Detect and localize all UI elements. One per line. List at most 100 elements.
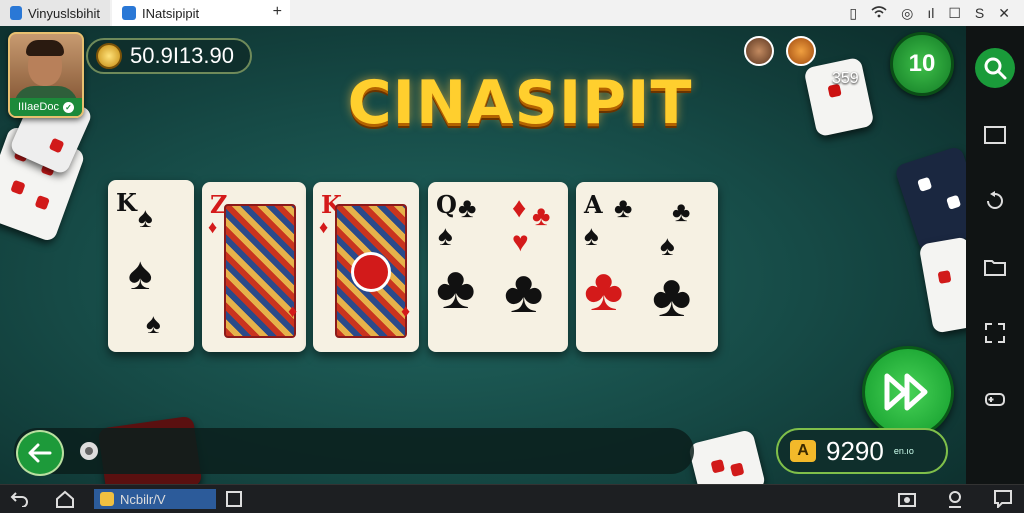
club-icon: ♣ [584, 256, 624, 323]
right-sidebar [966, 26, 1024, 484]
player-name-tag: IIIaeDoc ✓ [10, 98, 82, 116]
dice-decoration [893, 145, 966, 253]
diamond-icon: ♦ [208, 217, 218, 237]
arrow-left-icon [28, 443, 52, 463]
search-icon [984, 57, 1007, 80]
diamond-icon: ♦ [319, 217, 329, 237]
wifi-icon [871, 5, 887, 21]
club-icon: ♣ [458, 192, 477, 223]
heart-icon: ♥ [512, 226, 529, 257]
game-table: IIIaeDoc ✓ 50.9I13.90 CINASIPIT 359 10 K… [0, 26, 966, 484]
spade-icon: ♠ [146, 308, 161, 339]
club-icon: ♣ [532, 200, 551, 231]
fullscreen-icon [985, 323, 1005, 343]
spade-icon: ♠ [138, 202, 153, 233]
fullscreen-button[interactable] [978, 316, 1012, 350]
player-name: IIIaeDoc [18, 101, 59, 113]
playing-card[interactable]: K ♦ ♦ [313, 182, 419, 352]
tab-2[interactable]: INatsipipit + [112, 0, 290, 26]
gamepad-icon [985, 393, 1005, 406]
folder-icon [984, 260, 1006, 276]
rotate-button[interactable] [978, 184, 1012, 218]
battery-icon: ▯ [849, 4, 858, 21]
card-rank: Q [436, 190, 457, 219]
card-emblem [351, 252, 391, 292]
winnings-display: A 9290 en.ıo [776, 428, 948, 474]
new-tab-button[interactable]: + [273, 3, 282, 21]
fast-forward-icon [884, 373, 928, 411]
game-logo: CINASIPIT [347, 68, 693, 138]
winnings-suffix: en.ıo [893, 446, 914, 456]
playing-card[interactable]: Z ♦ ♦ [202, 182, 306, 352]
chat-icon [994, 490, 1012, 508]
app-icon [122, 6, 136, 20]
diamond-icon: ♦ [401, 301, 411, 321]
club-icon: ♣ [436, 254, 476, 321]
spade-icon: ♠ [660, 230, 675, 261]
rotate-icon [987, 191, 1003, 209]
search-button[interactable] [975, 48, 1015, 88]
window-icon [226, 491, 242, 507]
card-rank: A [584, 190, 603, 219]
taskbar-app-label: Ncbilr/V [120, 491, 166, 507]
screenshot-button[interactable] [896, 489, 918, 509]
winnings-prefix: A [790, 440, 816, 462]
window-icon [984, 126, 1006, 144]
level-badge[interactable]: 10 [890, 32, 954, 96]
club-icon: ♣ [504, 258, 544, 325]
club-icon: ♣ [652, 262, 692, 329]
folder-button[interactable] [978, 250, 1012, 284]
system-tray: ▯ ◎ ıl ☐ S ✕ [849, 0, 1024, 26]
taskbar-app[interactable]: Ncbilr/V [94, 489, 216, 509]
playing-card[interactable]: K ♠ ♠ ♠ [108, 180, 194, 352]
message-button[interactable] [992, 489, 1014, 509]
controls-button[interactable] [978, 382, 1012, 416]
settings-icon[interactable]: S [975, 5, 984, 21]
signal-icon: ıl [927, 5, 935, 21]
window-button[interactable] [978, 118, 1012, 152]
close-icon[interactable]: ✕ [998, 5, 1010, 22]
home-icon [56, 490, 74, 508]
opponent-avatar[interactable] [786, 36, 816, 66]
undo-icon [10, 492, 28, 507]
taskbar: Ncbilr/V [0, 484, 1024, 513]
player-avatar[interactable]: IIIaeDoc ✓ [8, 32, 84, 118]
spade-icon: ♠ [128, 247, 153, 299]
dice-decoration [687, 428, 767, 484]
chip-icon [78, 440, 100, 462]
coin-icon [96, 43, 122, 69]
club-icon: ♣ [614, 192, 633, 223]
balance-display: 50.9I13.90 [86, 38, 252, 74]
opponent-avatar[interactable] [744, 36, 774, 66]
pin-icon [949, 491, 961, 508]
location-button[interactable] [944, 489, 966, 509]
court-card-art [224, 204, 296, 338]
back-button[interactable] [16, 430, 64, 476]
dice-decoration [918, 236, 966, 334]
next-button[interactable] [862, 346, 954, 438]
winnings-value: 9290 [826, 435, 884, 466]
tab-1[interactable]: Vinyuslsbihit [0, 0, 110, 26]
home-nav-button[interactable] [52, 489, 78, 509]
back-nav-button[interactable] [8, 489, 30, 509]
browser-top-bar: Vinyuslsbihit INatsipipit + ▯ ◎ ıl ☐ S ✕ [0, 0, 1024, 27]
playing-card[interactable]: Q ♣ ♦ ♣ ♠ ♥ ♣ ♣ [428, 182, 568, 352]
diamond-icon: ♦ [512, 192, 527, 223]
camera-icon [898, 493, 916, 507]
taskbar-item[interactable] [224, 489, 244, 509]
balance-value: 50.9I13.90 [130, 43, 234, 68]
spade-icon: ♠ [438, 220, 453, 251]
tab-1-label: Vinyuslsbihit [27, 5, 100, 21]
avatar-hair [26, 40, 64, 56]
minimize-button[interactable]: ☐ [948, 5, 961, 22]
dice-decoration [803, 56, 875, 138]
playing-card[interactable]: A ♣ ♣ ♠ ♠ ♣ ♣ [576, 182, 718, 352]
tab-2-label: INatsipipit [142, 5, 200, 21]
opponent-count: 359 [832, 70, 859, 87]
app-icon [100, 492, 114, 506]
verified-icon: ✓ [62, 101, 74, 113]
action-bar [14, 428, 694, 474]
spade-icon: ♠ [584, 220, 599, 251]
cast-icon: ◎ [901, 4, 914, 21]
diamond-icon: ♦ [288, 301, 298, 321]
